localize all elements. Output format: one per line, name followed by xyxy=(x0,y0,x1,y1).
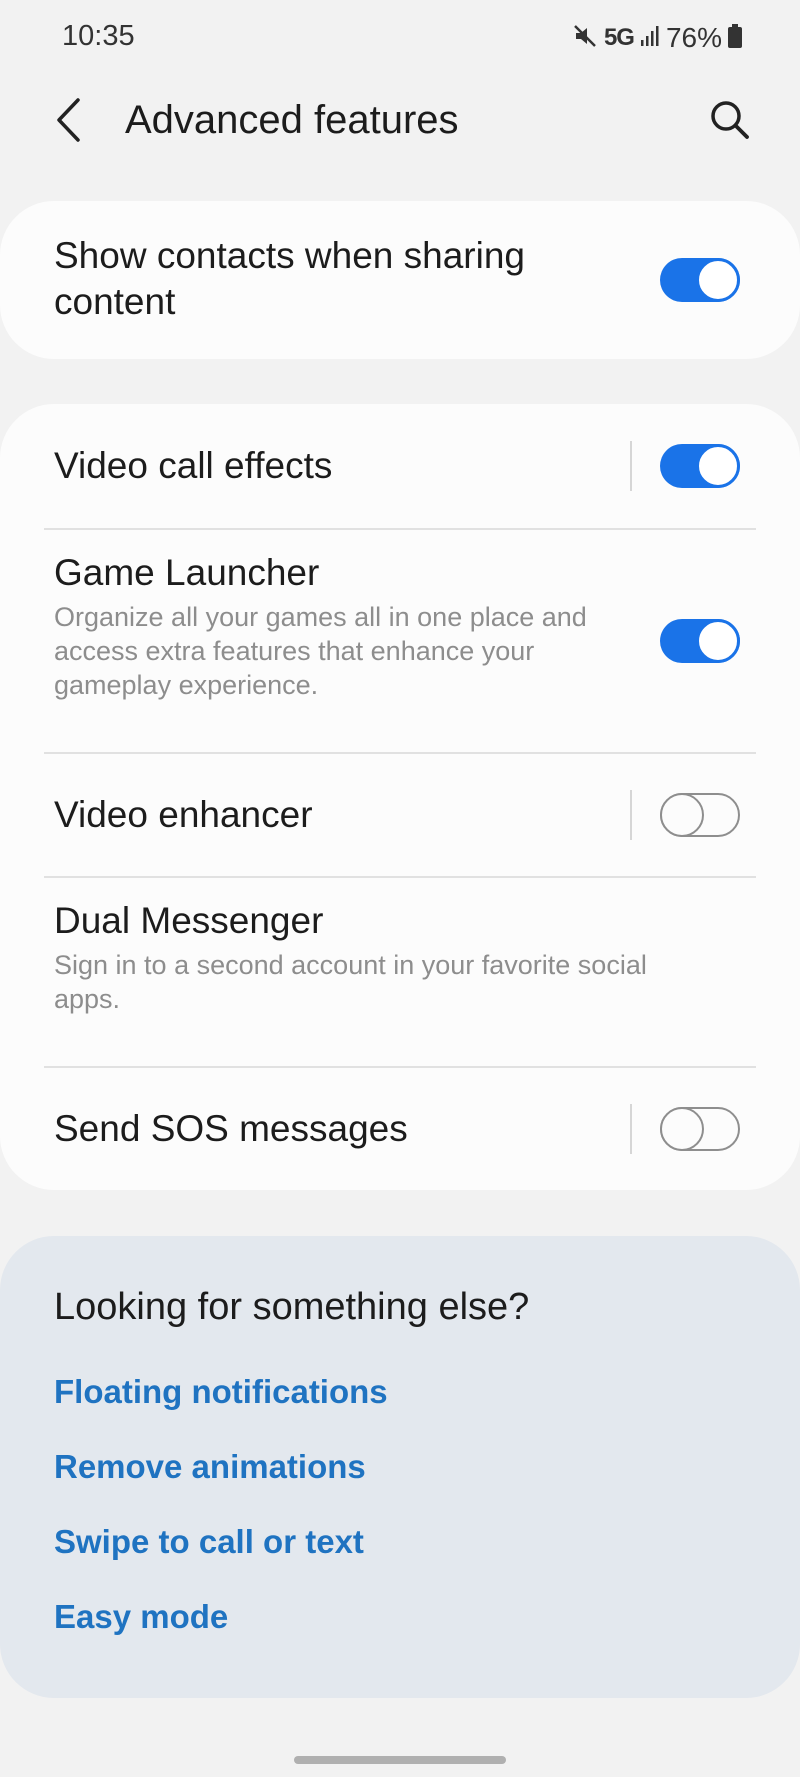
toggle-knob xyxy=(696,619,740,663)
setting-title: Video call effects xyxy=(54,445,333,486)
link-floating-notifications[interactable]: Floating notifications xyxy=(54,1373,388,1411)
battery-percent: 76% xyxy=(665,22,722,53)
setting-title: Video enhancer xyxy=(54,794,313,835)
network-type: 5G xyxy=(603,24,635,51)
setting-game-launcher[interactable]: Game Launcher Organize all your games al… xyxy=(0,530,800,752)
vertical-separator xyxy=(630,1104,632,1154)
setting-title: Show contacts when sharing content xyxy=(54,235,525,322)
vertical-separator xyxy=(630,790,632,840)
status-bar: 10:35 5G 76% xyxy=(0,0,800,80)
setting-title: Dual Messenger xyxy=(54,900,324,941)
app-header: Advanced features xyxy=(0,86,800,158)
video-call-effects-toggle[interactable] xyxy=(660,444,740,488)
toggle-knob xyxy=(660,1107,704,1151)
status-time: 10:35 xyxy=(62,20,135,52)
setting-description: Organize all your games all in one place… xyxy=(54,602,587,700)
suggestions-card: Looking for something else? Floating not… xyxy=(0,1236,800,1698)
settings-card-sharing: Show contacts when sharing content xyxy=(0,201,800,359)
toggle-knob xyxy=(696,444,740,488)
game-launcher-toggle[interactable] xyxy=(660,619,740,663)
back-arrow-icon xyxy=(54,97,84,148)
toggle-knob xyxy=(696,258,740,302)
signal-icon xyxy=(640,25,660,52)
settings-card-features: Video call effects Game Launcher Organiz… xyxy=(0,404,800,1190)
video-enhancer-toggle[interactable] xyxy=(660,793,740,837)
status-icons: 5G 76% xyxy=(572,20,742,56)
gesture-nav-handle[interactable] xyxy=(294,1756,506,1764)
setting-send-sos[interactable]: Send SOS messages xyxy=(0,1068,800,1190)
suggestions-title: Looking for something else? xyxy=(54,1286,530,1328)
vertical-separator xyxy=(630,441,632,491)
setting-title: Send SOS messages xyxy=(54,1108,408,1149)
send-sos-toggle[interactable] xyxy=(660,1107,740,1151)
battery-icon xyxy=(728,23,742,53)
mute-icon xyxy=(572,23,598,54)
setting-dual-messenger[interactable]: Dual Messenger Sign in to a second accou… xyxy=(0,878,800,1066)
search-button[interactable] xyxy=(704,96,756,148)
link-easy-mode[interactable]: Easy mode xyxy=(54,1598,228,1636)
setting-title: Game Launcher xyxy=(54,552,320,593)
toggle-knob xyxy=(660,793,704,837)
setting-video-enhancer[interactable]: Video enhancer xyxy=(0,754,800,876)
back-button[interactable] xyxy=(46,97,92,148)
page-title: Advanced features xyxy=(125,98,459,142)
link-swipe-to-call[interactable]: Swipe to call or text xyxy=(54,1523,364,1561)
setting-show-contacts[interactable]: Show contacts when sharing content xyxy=(0,201,800,359)
show-contacts-toggle[interactable] xyxy=(660,258,740,302)
setting-description: Sign in to a second account in your favo… xyxy=(54,950,647,1014)
setting-video-call-effects[interactable]: Video call effects xyxy=(0,404,800,528)
link-remove-animations[interactable]: Remove animations xyxy=(54,1448,366,1486)
search-icon xyxy=(709,99,751,146)
